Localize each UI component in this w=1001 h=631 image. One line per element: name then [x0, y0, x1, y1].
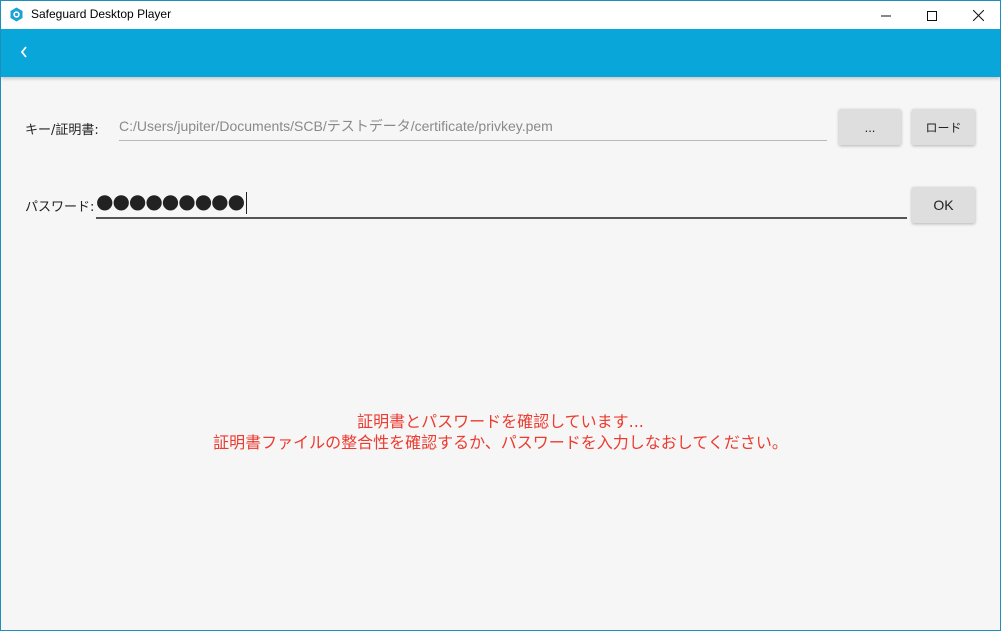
maximize-button[interactable] [909, 1, 955, 29]
key-certificate-label: キー/証明書: [25, 123, 99, 138]
app-bar [1, 29, 1000, 77]
error-message-line-1: 証明書とパスワードを確認しています... [357, 412, 644, 431]
password-label: パスワード: [25, 200, 95, 215]
chevron-left-icon [19, 44, 29, 63]
text-caret [246, 191, 248, 214]
close-button[interactable] [955, 1, 1000, 29]
close-icon [972, 6, 984, 25]
load-button[interactable]: ロード [912, 109, 975, 145]
password-masked-value: ●●●●●●●●● [96, 189, 245, 213]
ok-button[interactable]: OK [912, 187, 975, 223]
minimize-icon [881, 6, 891, 25]
maximize-icon [927, 6, 937, 25]
error-message-line-2: 証明書ファイルの整合性を確認するか、パスワードを入力しなおしてください。 [213, 433, 788, 452]
error-message: 証明書とパスワードを確認しています... 証明書ファイルの整合性を確認するか、パ… [1, 411, 1000, 453]
browse-button[interactable]: ... [839, 109, 901, 145]
key-path-value: C:/Users/jupiter/Documents/SCB/テストデータ/ce… [119, 118, 553, 134]
app-window: Safeguard Desktop Player キー/証明書: C:/User… [0, 0, 1001, 631]
minimize-button[interactable] [863, 1, 909, 29]
title-bar: Safeguard Desktop Player [1, 1, 1000, 29]
window-title: Safeguard Desktop Player [31, 7, 172, 21]
password-input[interactable]: ●●●●●●●●● [96, 187, 907, 219]
key-path-input[interactable]: C:/Users/jupiter/Documents/SCB/テストデータ/ce… [119, 109, 827, 141]
app-logo-icon [9, 7, 24, 22]
back-button[interactable] [11, 41, 37, 65]
